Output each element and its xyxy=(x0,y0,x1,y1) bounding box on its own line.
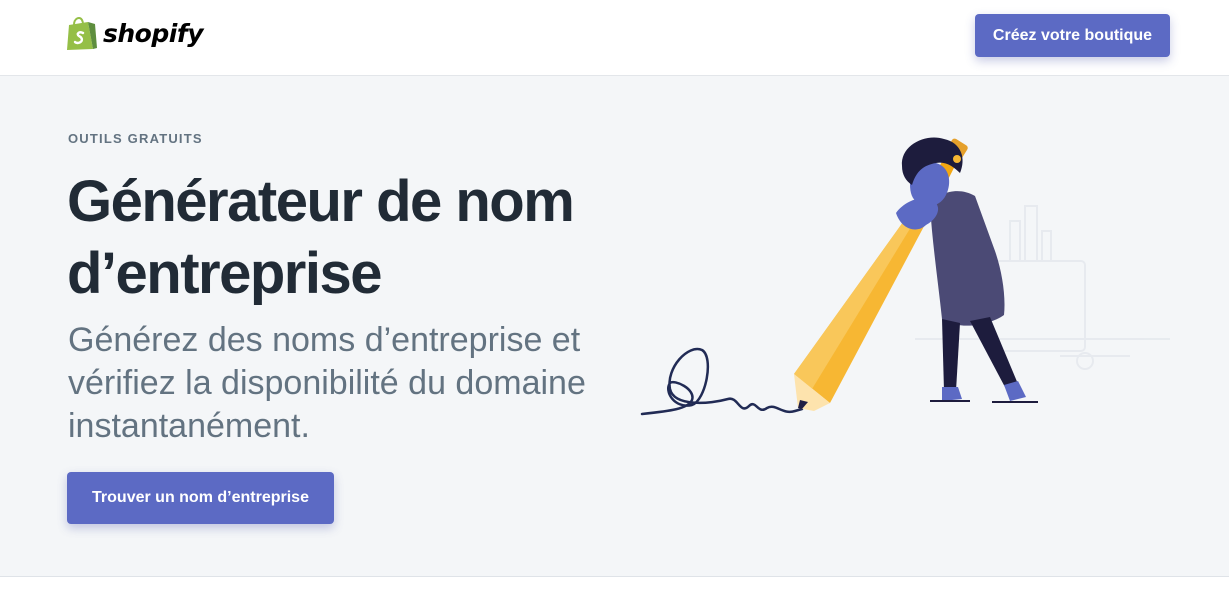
shopify-logo[interactable]: shopify xyxy=(66,15,204,53)
hero-subtitle: Générez des noms d’entreprise et vérifie… xyxy=(68,321,586,445)
handwriting-scribble xyxy=(640,347,804,416)
create-store-button[interactable]: Créez votre boutique xyxy=(975,14,1170,57)
find-business-name-button[interactable]: Trouver un nom d’entreprise xyxy=(67,472,334,524)
figure-body xyxy=(896,137,1038,403)
shopping-bag-icon xyxy=(67,16,97,50)
hero-eyebrow: OUTILS GRATUITS xyxy=(68,131,203,146)
person-with-pencil-illustration xyxy=(640,137,1170,416)
logo-wordmark: shopify xyxy=(103,19,204,48)
top-navigation-bar: shopify Créez votre boutique xyxy=(0,0,1229,76)
page-title: Générateur de nom d’entreprise xyxy=(67,169,575,306)
hero-section: OUTILS GRATUITS Générateur de nom d’entr… xyxy=(0,76,1229,577)
